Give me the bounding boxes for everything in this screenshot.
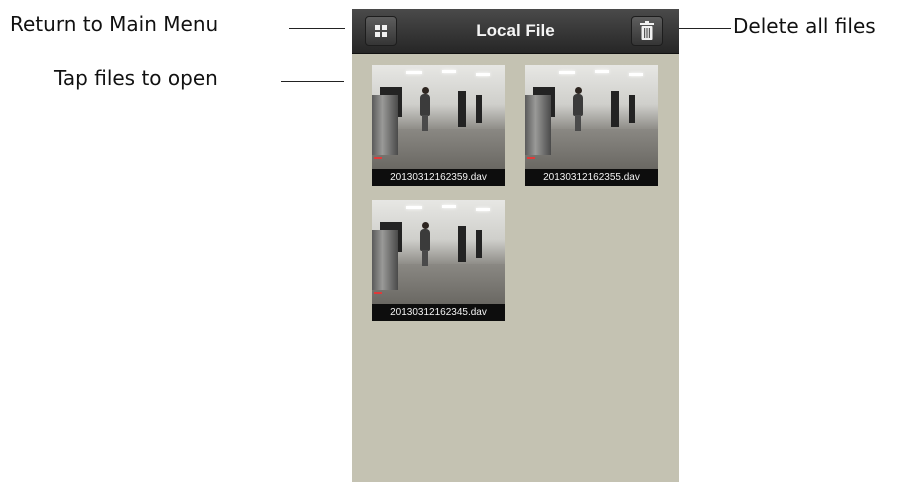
callout-line-menu <box>289 28 345 29</box>
delete-all-button[interactable] <box>631 16 663 46</box>
phone-screen: Local File 20130312162359.dav 2013031216… <box>352 9 679 482</box>
video-preview-image <box>372 200 505 304</box>
file-thumbnail[interactable]: 20130312162345.dav <box>372 200 505 321</box>
page-title: Local File <box>476 21 555 40</box>
file-name-label: 20130312162345.dav <box>372 304 505 321</box>
callout-return-to-main-menu: Return to Main Menu <box>10 12 219 36</box>
trash-icon <box>640 21 654 40</box>
video-preview-image <box>525 65 658 169</box>
video-preview-image <box>372 65 505 169</box>
callout-tap-files-to-open: Tap files to open <box>54 66 218 90</box>
file-name-label: 20130312162359.dav <box>372 169 505 186</box>
file-thumbnail[interactable]: 20130312162359.dav <box>372 65 505 186</box>
navigation-bar: Local File <box>352 9 679 53</box>
callout-delete-all-files: Delete all files <box>733 14 876 38</box>
callout-line-files <box>281 81 344 82</box>
file-thumbnail[interactable]: 20130312162355.dav <box>525 65 658 186</box>
file-name-label: 20130312162355.dav <box>525 169 658 186</box>
annotated-screenshot: Return to Main Menu Tap files to open De… <box>0 0 912 482</box>
